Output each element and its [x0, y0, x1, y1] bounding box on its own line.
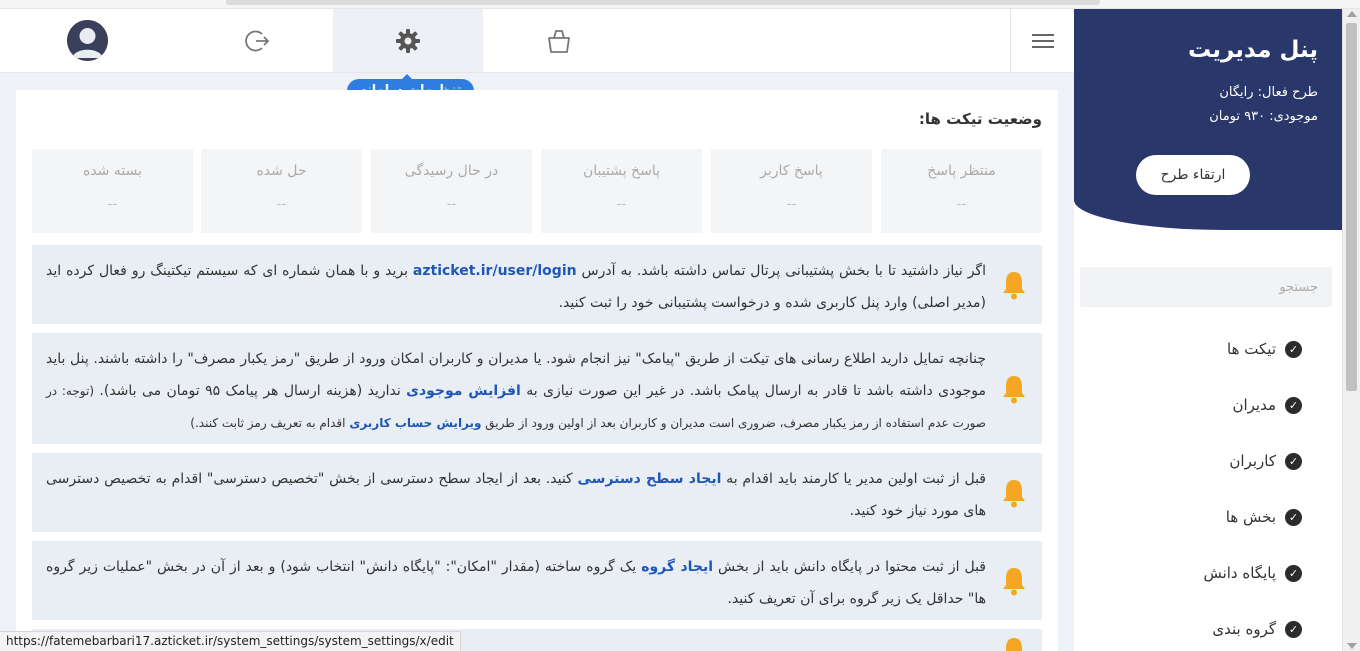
bell-icon: [1006, 638, 1022, 651]
sidebar-item-admins[interactable]: ✓ مدیران: [1074, 377, 1342, 433]
note-text: اگر نیاز داشتید تا با بخش پشتیبانی پرتال…: [576, 263, 986, 279]
stat-label: پاسخ پشتیبان: [583, 163, 660, 179]
stat-support-reply[interactable]: پاسخ پشتیبان --: [541, 149, 702, 233]
info-note-sms: چنانچه تمایل دارید اطلاع رسانی های تیکت …: [32, 333, 1042, 444]
hamburger-icon: [1031, 33, 1054, 48]
scrollbar-thumb[interactable]: [1346, 23, 1357, 391]
shopping-bag-icon: [548, 29, 570, 53]
note-text: ندارید (هزینه ارسال هر پیامک ۹۵ تومان می…: [94, 383, 407, 399]
stat-value: --: [786, 197, 797, 212]
shop-button[interactable]: [484, 9, 634, 72]
stat-user-reply[interactable]: پاسخ کاربر --: [711, 149, 872, 233]
sidebar-item-tickets[interactable]: ✓ تیکت ها: [1074, 321, 1342, 377]
stat-value: --: [107, 197, 118, 212]
stat-waiting[interactable]: منتظر پاسخ --: [881, 149, 1042, 233]
main-content-card: وضعیت تیکت ها: منتظر پاسخ -- پاسخ کاربر …: [16, 90, 1058, 651]
bell-icon: [1003, 375, 1025, 403]
sidebar-item-label: تیکت ها: [1227, 340, 1276, 358]
stat-closed[interactable]: بسته شده --: [32, 149, 193, 233]
stat-label: حل شده: [256, 163, 307, 179]
create-group-link[interactable]: ایجاد گروه: [641, 559, 713, 575]
sidebar-item-users[interactable]: ✓ کاربران: [1074, 433, 1342, 489]
stat-in-progress[interactable]: در حال رسیدگی --: [371, 149, 532, 233]
edit-account-link[interactable]: ویرایش حساب کاربری: [349, 416, 481, 430]
stat-solved[interactable]: حل شده --: [201, 149, 362, 233]
bell-icon: [1003, 271, 1025, 299]
increase-balance-link[interactable]: افزایش موجودی: [406, 383, 521, 399]
user-avatar-button[interactable]: [20, 9, 154, 72]
scroll-down-arrow-icon[interactable]: [1347, 643, 1357, 649]
logout-icon: [245, 30, 270, 51]
check-circle-icon: ✓: [1285, 340, 1302, 358]
sidebar: پنل مدیریت طرح فعال: رایگان موجودی: ۹۳۰ …: [1074, 9, 1342, 651]
browser-status-url: https://fatemebarbari17.azticket.ir/syst…: [0, 631, 461, 651]
active-plan: طرح فعال: رایگان: [1219, 85, 1318, 100]
ticket-status-title: وضعیت تیکت ها:: [918, 110, 1042, 128]
check-circle-icon: ✓: [1285, 452, 1302, 470]
sidebar-item-groups[interactable]: ✓ گروه بندی: [1074, 601, 1342, 651]
top-navbar: [0, 9, 1074, 73]
panel-title: پنل مدیریت: [1187, 37, 1318, 63]
stat-value: --: [446, 197, 457, 212]
window-top-scrollbar[interactable]: [0, 0, 1360, 9]
scroll-up-arrow-icon[interactable]: [1347, 11, 1357, 17]
scrollbar-thumb[interactable]: [226, 0, 1100, 5]
check-circle-icon: ✓: [1285, 620, 1302, 638]
sidebar-header: پنل مدیریت طرح فعال: رایگان موجودی: ۹۳۰ …: [1074, 9, 1342, 230]
logout-button[interactable]: [182, 9, 332, 72]
account-balance: موجودی: ۹۳۰ تومان: [1209, 109, 1318, 124]
stat-label: پاسخ کاربر: [760, 163, 823, 179]
note-text: قبل از ثبت محتوا در پایگاه دانش باید از …: [713, 559, 986, 575]
check-circle-icon: ✓: [1285, 508, 1302, 526]
sidebar-search-input[interactable]: [1080, 267, 1332, 307]
user-avatar[interactable]: [66, 20, 108, 61]
sidebar-menu: ✓ تیکت ها ✓ مدیران ✓ کاربران ✓ بخش ها ✓ پایگا…: [1074, 321, 1342, 651]
gear-icon: [396, 28, 420, 53]
stat-label: بسته شده: [83, 163, 142, 179]
bell-icon: [1003, 479, 1025, 507]
menu-toggle-button[interactable]: [1010, 9, 1074, 72]
info-note-support: اگر نیاز داشتید تا با بخش پشتیبانی پرتال…: [32, 245, 1042, 324]
sidebar-item-label: پایگاه دانش: [1203, 564, 1276, 582]
note-text: قبل از ثبت اولین مدیر یا کارمند باید اقد…: [721, 471, 986, 487]
bell-icon: [1003, 567, 1025, 595]
stat-value: --: [956, 197, 967, 212]
stat-label: منتظر پاسخ: [927, 163, 996, 179]
upgrade-plan-button[interactable]: ارتقاء طرح: [1136, 155, 1250, 195]
avatar-icon: [66, 20, 108, 61]
create-access-level-link[interactable]: ایجاد سطح دسترسی: [578, 471, 722, 487]
page-scrollbar[interactable]: [1342, 9, 1360, 651]
sidebar-item-label: گروه بندی: [1212, 620, 1276, 638]
sidebar-item-departments[interactable]: ✓ بخش ها: [1074, 489, 1342, 545]
stat-value: --: [276, 197, 287, 212]
info-note-access-level: قبل از ثبت اولین مدیر یا کارمند باید اقد…: [32, 453, 1042, 532]
sidebar-item-knowledge-base[interactable]: ✓ پایگاه دانش: [1074, 545, 1342, 601]
note-small-text: اقدام به تعریف رمز ثابت کنند.): [190, 416, 350, 430]
stat-value: --: [616, 197, 627, 212]
info-note-knowledge-base: قبل از ثبت محتوا در پایگاه دانش باید از …: [32, 541, 1042, 620]
sidebar-item-label: بخش ها: [1225, 508, 1276, 526]
settings-button[interactable]: [333, 9, 483, 72]
sidebar-item-label: کاربران: [1229, 452, 1276, 470]
check-circle-icon: ✓: [1285, 396, 1302, 414]
check-circle-icon: ✓: [1285, 564, 1302, 582]
sidebar-item-label: مدیران: [1232, 396, 1276, 414]
stat-label: در حال رسیدگی: [404, 163, 499, 179]
ticket-stats: منتظر پاسخ -- پاسخ کاربر -- پاسخ پشتیبان…: [32, 149, 1042, 233]
support-login-link[interactable]: azticket.ir/user/login: [413, 263, 577, 279]
